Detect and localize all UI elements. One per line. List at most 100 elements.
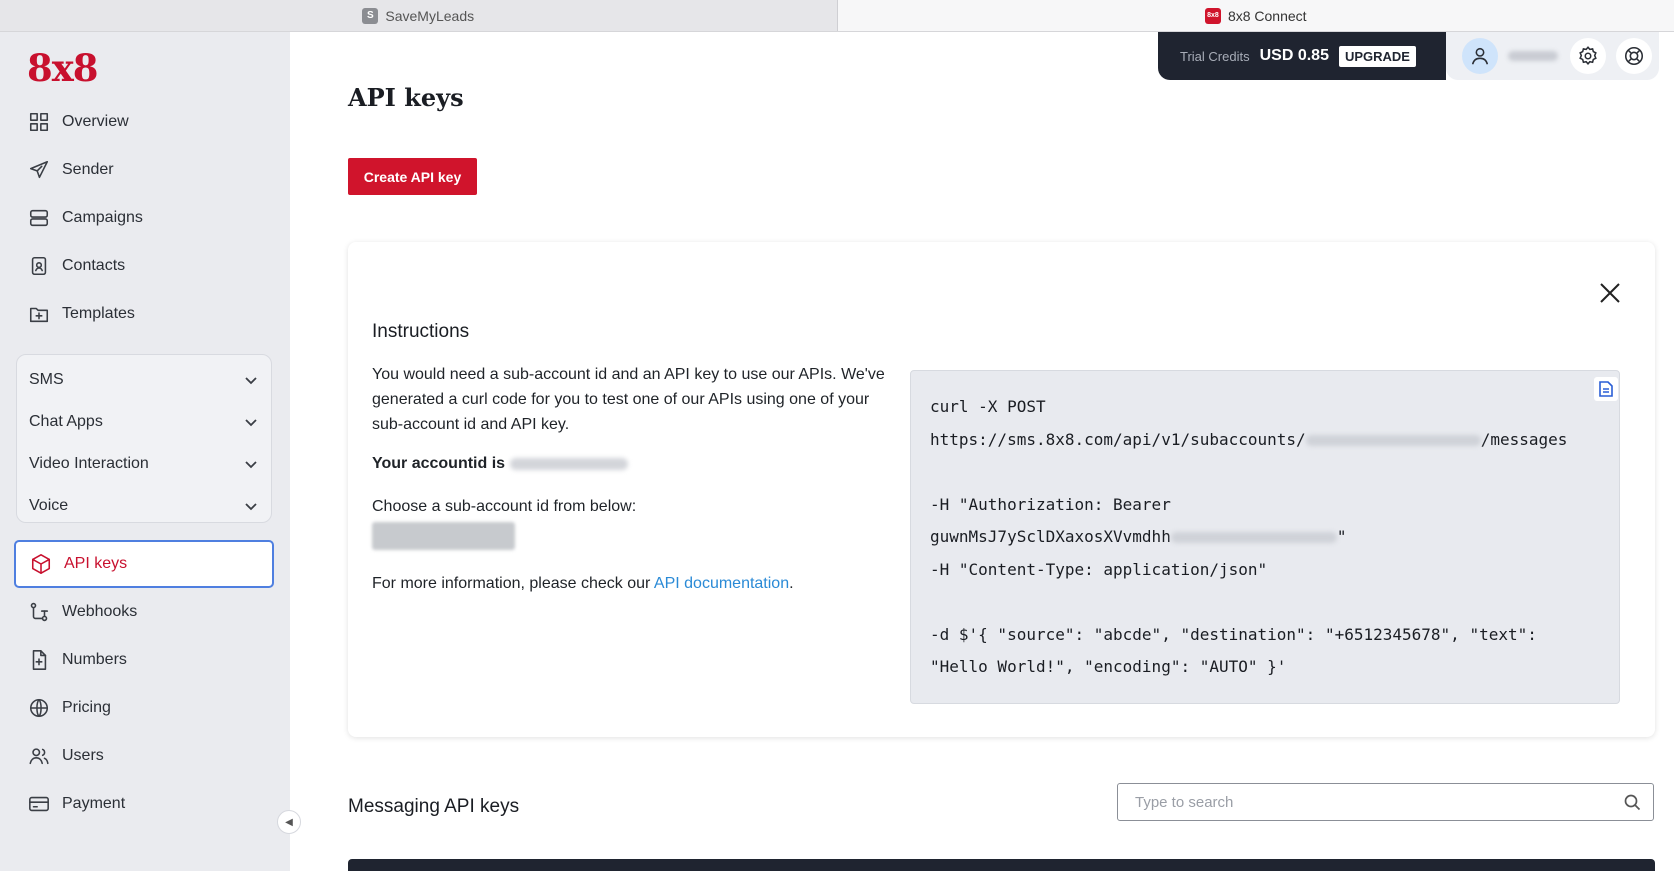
logo[interactable]: 8x8 [27,46,99,90]
close-icon [1600,283,1620,303]
code-line: guwnMsJ7ySclDXaxosXVvmdhh [930,527,1171,546]
sidebar-item-webhooks[interactable]: Webhooks [14,588,274,636]
search-icon[interactable] [1624,794,1641,811]
browser-tab-strip: S SaveMyLeads 8x8 8x8 Connect [0,0,1674,32]
code-line: https://sms.8x8.com/api/v1/subaccounts/ [930,429,1306,449]
subaccount-id-redacted [1305,434,1481,446]
sidebar-group-label: Chat Apps [29,413,103,430]
settings-button[interactable] [1570,38,1606,74]
instructions-text: You would need a sub-account id and an A… [372,366,885,433]
folder-plus-icon [29,307,49,323]
sidebar-item-numbers[interactable]: Numbers [14,636,274,684]
sidebar-item-label: API keys [64,555,128,572]
more-info-suffix: . [789,575,794,592]
users-icon [29,748,49,765]
browser-tab-label: SaveMyLeads [385,7,475,24]
grid-icon [29,112,49,132]
sidebar-item-label: Payment [62,795,126,812]
api-key-redacted [1170,532,1337,543]
code-line: -d $'{ "source": "abcde", "destination":… [930,624,1537,644]
code-line: /messages [1480,429,1568,449]
upgrade-button[interactable]: UPGRADE [1338,45,1416,67]
trial-credits-label: Trial Credits [1180,48,1250,64]
caret-left-icon: ◀ [285,816,293,828]
sidebar-item-label: Sender [62,161,114,178]
sidebar-group-label: Video Interaction [29,455,149,472]
sidebar-item-api-keys[interactable]: API keys [14,540,274,588]
file-plus-icon [32,650,47,670]
help-button[interactable] [1616,38,1652,74]
cube-icon [31,554,51,574]
sidebar-group-chat-apps[interactable]: Chat Apps [17,401,271,443]
sidebar-nav-bottom: API keys Webhooks Numbers Pricing Users … [14,540,274,828]
api-keys-table-header [348,859,1655,871]
sidebar-group-voice[interactable]: Voice [17,485,271,527]
instructions-card: Instructions You would need a sub-accoun… [348,242,1655,737]
sidebar-item-pricing[interactable]: Pricing [14,684,274,732]
layers-icon [29,209,49,227]
sidebar-item-sender[interactable]: Sender [14,146,274,194]
account-id-label: Your accountid is [372,455,506,472]
instructions-title: Instructions [372,321,470,342]
sidebar-collapse-button[interactable]: ◀ [277,810,301,834]
curl-code-text: curl -X POST https://sms.8x8.com/api/v1/… [930,391,1567,684]
code-line: -H "Authorization: Bearer [930,494,1171,514]
user-name-redacted [1508,51,1558,61]
sidebar: 8x8 Overview Sender Campaigns Contacts T… [0,32,290,871]
webhook-icon [30,602,49,622]
sidebar-group-label: Voice [29,497,69,514]
user-avatar-button[interactable] [1462,38,1498,74]
copy-code-button[interactable] [1594,377,1618,401]
browser-tab-8x8-connect[interactable]: 8x8 8x8 Connect [837,0,1674,31]
sidebar-item-label: Numbers [62,651,127,668]
sidebar-group-sms[interactable]: SMS [17,359,271,401]
topbar: Trial Credits USD 0.85 UPGRADE [1158,32,1659,80]
choose-subaccount-label: Choose a sub-account id from below: [372,498,637,515]
curl-code-block: curl -X POST https://sms.8x8.com/api/v1/… [910,370,1620,704]
api-keys-search [1117,783,1654,821]
code-line: " [1336,527,1347,546]
globe-icon [29,698,49,718]
sidebar-item-payment[interactable]: Payment [14,780,274,828]
sidebar-channel-group: SMS Chat Apps Video Interaction Voice [16,354,272,523]
create-api-key-button[interactable]: Create API key [348,158,477,195]
browser-tab-savemyleads[interactable]: S SaveMyLeads [0,0,838,31]
more-info-prefix: For more information, please check our [372,575,654,592]
sidebar-group-video-interaction[interactable]: Video Interaction [17,443,271,485]
chevron-down-icon [245,419,257,427]
lifebuoy-icon [1624,46,1644,66]
sidebar-group-label: SMS [29,371,64,388]
chevron-down-icon [245,377,257,385]
sidebar-item-label: Campaigns [62,209,143,226]
user-area [1446,32,1659,80]
search-input[interactable] [1135,792,1615,812]
savemyleads-favicon-icon: S [362,7,379,24]
more-info-text: For more information, please check our A… [372,575,794,593]
sidebar-item-templates[interactable]: Templates [14,290,274,338]
account-id-value-redacted [509,457,628,470]
chevron-down-icon [245,503,257,511]
chevron-down-icon [245,461,257,469]
trial-credits-panel: Trial Credits USD 0.85 UPGRADE [1158,32,1446,80]
sidebar-item-label: Webhooks [62,603,138,620]
sidebar-item-campaigns[interactable]: Campaigns [14,194,274,242]
page-title: API keys [348,83,464,112]
sidebar-item-label: Overview [62,113,129,130]
sidebar-item-label: Pricing [62,699,111,716]
api-documentation-link[interactable]: API documentation [654,575,789,592]
sidebar-item-label: Contacts [62,257,126,274]
close-instructions-button[interactable] [1595,278,1625,308]
subaccount-id-chip[interactable] [372,522,515,550]
contact-card-icon [31,256,47,276]
messaging-api-keys-title: Messaging API keys [348,796,520,817]
user-icon [1471,47,1489,65]
code-line: curl -X POST [930,397,1046,416]
code-line: "Hello World!", "encoding": "AUTO" }' [930,657,1287,676]
trial-credits-value: USD 0.85 [1259,47,1329,64]
sidebar-item-overview[interactable]: Overview [14,98,274,146]
sidebar-item-label: Users [62,747,104,764]
gear-icon [1579,46,1597,65]
sidebar-item-users[interactable]: Users [14,732,274,780]
browser-tab-label: 8x8 Connect [1227,7,1307,24]
sidebar-item-contacts[interactable]: Contacts [14,242,274,290]
